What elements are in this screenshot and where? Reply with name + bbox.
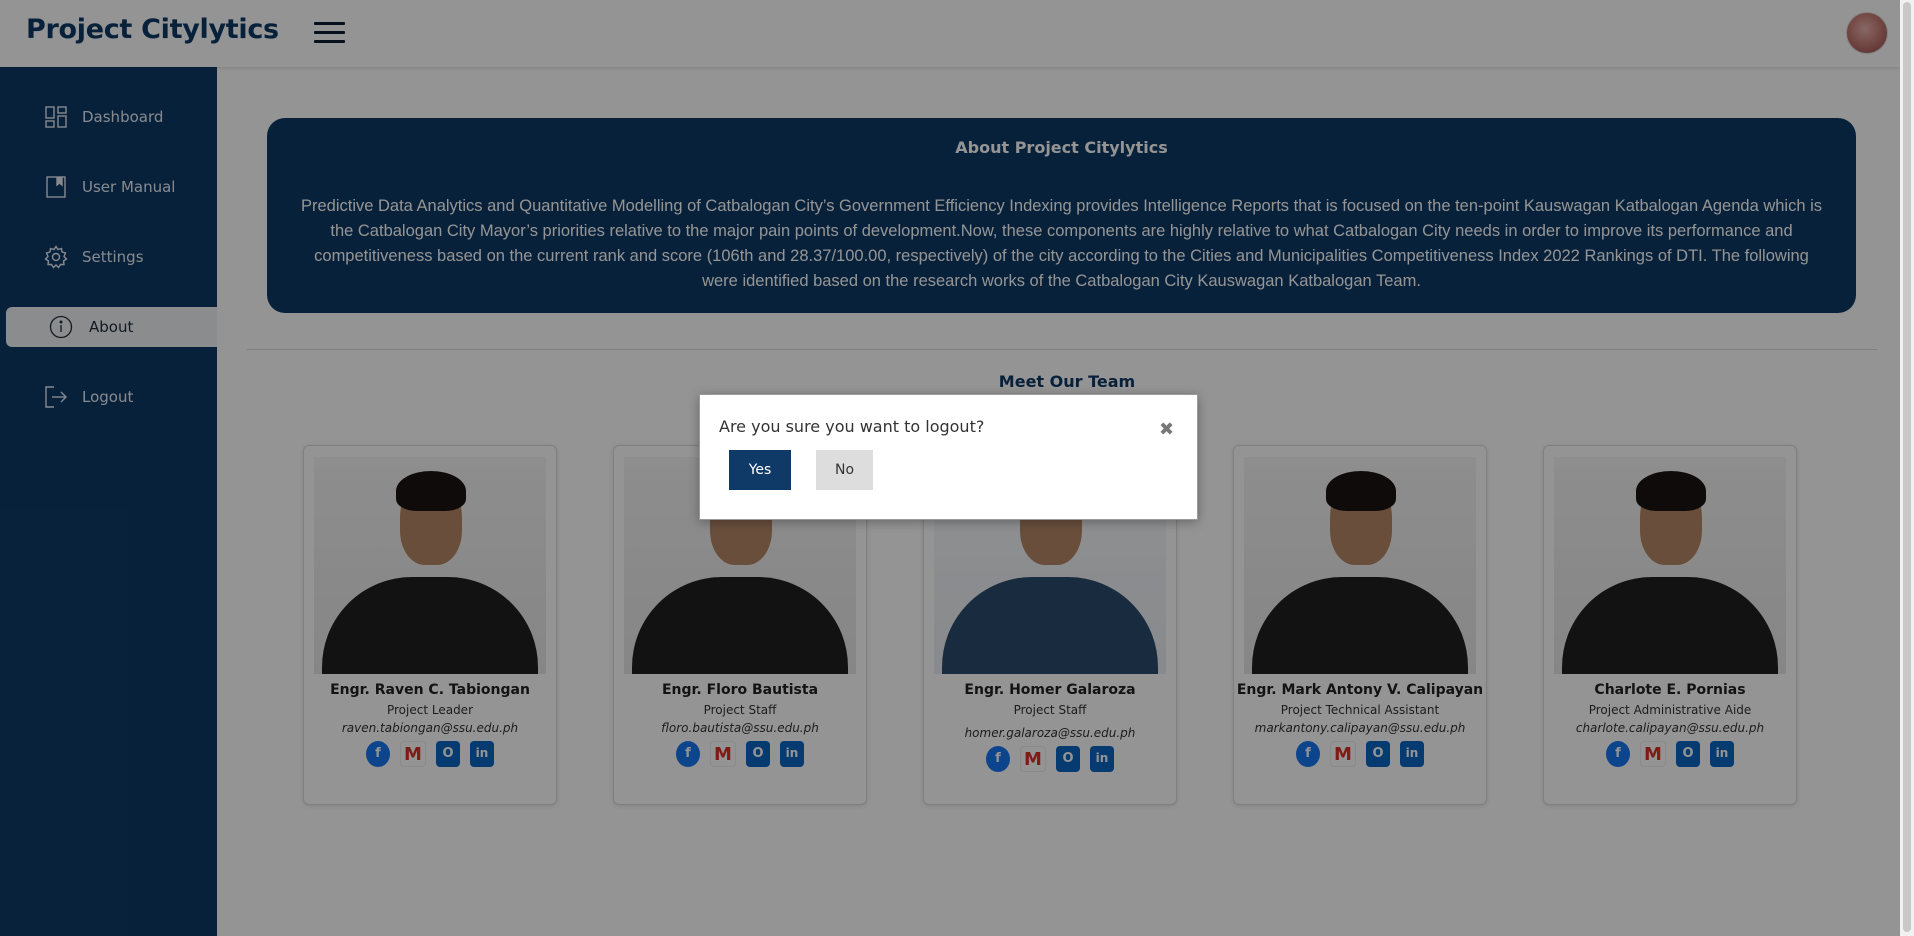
dialog-message: Are you sure you want to logout? xyxy=(719,417,985,436)
close-icon[interactable]: ✖ xyxy=(1159,419,1174,440)
page-scrollbar[interactable] xyxy=(1900,0,1914,936)
yes-button[interactable]: Yes xyxy=(729,450,791,490)
logout-confirm-dialog: Are you sure you want to logout? ✖ Yes N… xyxy=(699,394,1198,520)
no-button[interactable]: No xyxy=(816,450,873,490)
